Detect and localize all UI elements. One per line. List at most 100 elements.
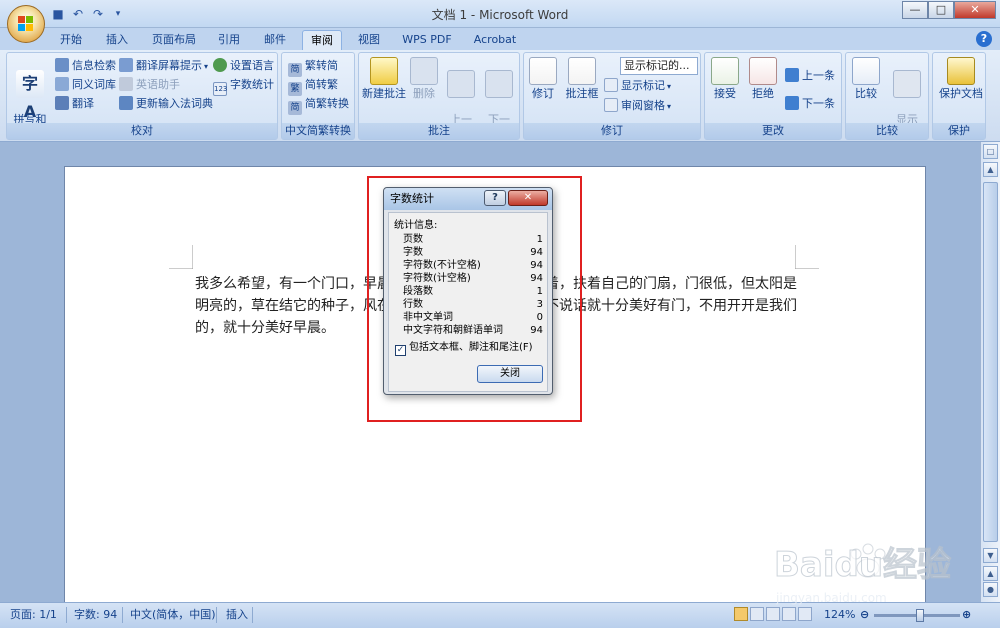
update-ime-label: 更新输入法词典	[136, 97, 213, 110]
stat-label: 段落数	[403, 286, 433, 297]
group-changes: 接受 拒绝 上一条 下一条 更改	[704, 52, 842, 140]
group-label-tracking: 修订	[524, 123, 700, 139]
tab-insert[interactable]: 插入	[98, 30, 136, 50]
group-tracking: 修订 批注框 显示标记的... 显示标记 ▾ 审阅窗格 ▾ 修订	[523, 52, 701, 140]
spelling-icon: 字A	[16, 70, 44, 121]
tab-mailings[interactable]: 邮件	[256, 30, 294, 50]
tab-acrobat[interactable]: Acrobat	[466, 30, 524, 50]
accept-button[interactable]: 接受	[707, 57, 743, 100]
office-button[interactable]	[7, 5, 45, 43]
stat-row-paragraphs: 段落数 1	[403, 285, 543, 298]
stat-row-lines: 行数 3	[403, 298, 543, 311]
reject-button[interactable]: 拒绝	[745, 57, 781, 100]
status-language[interactable]: 中文(简体，中国)	[130, 607, 216, 623]
scroll-thumb[interactable]	[983, 182, 998, 542]
include-textboxes-checkbox[interactable]: ✓ 包括文本框、脚注和尾注(F)	[395, 341, 533, 356]
show-markup-button[interactable]: 显示标记 ▾	[604, 77, 671, 95]
tab-review[interactable]: 审阅	[302, 30, 342, 50]
new-comment-button[interactable]: 新建批注	[361, 57, 407, 100]
globe-icon	[213, 58, 227, 72]
lock-icon	[947, 57, 975, 85]
status-word-count[interactable]: 字数: 94	[74, 607, 117, 623]
review-pane-icon	[604, 98, 618, 112]
status-page[interactable]: 页面: 1/1	[10, 607, 57, 623]
to-simplified-button[interactable]: 简繁转简	[288, 57, 338, 77]
vertical-scrollbar[interactable]: □ ▲ ▼ ▲ ●	[980, 142, 1000, 602]
research-button[interactable]: 信息检索	[55, 57, 116, 75]
stat-label: 行数	[403, 299, 423, 310]
scroll-up-icon[interactable]: ▲	[983, 162, 998, 177]
translate-button[interactable]: 翻译	[55, 95, 94, 113]
group-label-changes: 更改	[705, 123, 841, 139]
status-insert-mode[interactable]: 插入	[226, 607, 248, 623]
stat-value: 94	[530, 247, 543, 258]
previous-change-button[interactable]: 上一条	[785, 67, 835, 85]
set-language-button[interactable]: 设置语言	[213, 57, 274, 75]
display-for-review-combo[interactable]: 显示标记的...	[620, 57, 698, 75]
translate-tip-button[interactable]: 翻译屏幕提示 ▾	[119, 57, 208, 75]
browse-object-icon[interactable]: ●	[983, 582, 998, 597]
convert-chinese-button[interactable]: 简简繁转换	[288, 95, 349, 115]
zoom-slider-thumb[interactable]	[916, 609, 924, 622]
to-traditional-label: 简转繁	[305, 78, 338, 91]
balloons-button[interactable]: 批注框	[562, 57, 602, 100]
english-assistant-label: 英语助手	[136, 78, 180, 91]
full-screen-view-icon[interactable]	[750, 607, 764, 621]
stat-label: 非中文单词	[403, 312, 453, 323]
track-changes-button[interactable]: 修订	[526, 57, 560, 100]
compare-button[interactable]: 比较	[848, 57, 884, 100]
update-ime-button[interactable]: 更新输入法词典	[119, 95, 213, 113]
show-source-icon	[893, 70, 921, 98]
to-simplified-icon: 简	[288, 63, 302, 77]
chevron-down-icon: ▾	[667, 102, 672, 111]
dialog-close-button[interactable]: 关闭	[477, 365, 543, 383]
stat-value: 1	[536, 234, 543, 245]
group-comments: 新建批注 删除 上一 条 下一 条 批注	[358, 52, 520, 140]
stat-label: 字数	[403, 247, 423, 258]
print-layout-view-icon[interactable]	[734, 607, 748, 621]
dialog-close-x-button[interactable]: ✕	[508, 190, 548, 206]
arrow-right-icon	[785, 96, 799, 110]
tab-view[interactable]: 视图	[350, 30, 388, 50]
dialog-body: 统计信息: 页数 1 字数 94 字符数(不计空格) 94 字符数(计空格) 94 段落…	[388, 212, 548, 392]
protect-document-button[interactable]: 保护文档	[937, 57, 985, 100]
to-traditional-button[interactable]: 繁简转繁	[288, 76, 338, 96]
tab-wps-pdf[interactable]: WPS PDF	[396, 30, 458, 50]
stat-label: 页数	[403, 234, 423, 245]
chevron-down-icon: ▾	[204, 62, 209, 71]
stat-row-pages: 页数 1	[403, 233, 543, 246]
close-window-button[interactable]: ✕	[954, 1, 996, 19]
new-comment-icon	[370, 57, 398, 85]
compare-icon	[852, 57, 880, 85]
research-icon	[55, 58, 69, 72]
stat-row-chinese-korean: 中文字符和朝鲜语单词 94	[403, 324, 543, 337]
previous-page-icon[interactable]: ▲	[983, 566, 998, 581]
tab-references[interactable]: 引用	[210, 30, 248, 50]
stat-label: 字符数(计空格)	[403, 273, 471, 284]
ruler-toggle-icon[interactable]: □	[983, 144, 998, 159]
translate-tip-icon	[119, 58, 133, 72]
tab-page-layout[interactable]: 页面布局	[146, 30, 202, 50]
next-change-button[interactable]: 下一条	[785, 95, 835, 113]
review-pane-button[interactable]: 审阅窗格 ▾	[604, 97, 671, 115]
scroll-down-icon[interactable]: ▼	[983, 548, 998, 563]
to-simplified-label: 繁转简	[305, 59, 338, 72]
status-separator	[122, 607, 123, 623]
delete-comment-button: 删除	[407, 57, 441, 100]
previous-change-label: 上一条	[802, 69, 835, 82]
ribbon: 字A 拼写和 语法 信息检索 同义词库 翻译 翻译屏幕提示▾ 英语助手 更新输入…	[0, 50, 1000, 142]
thesaurus-button[interactable]: 同义词库	[55, 76, 116, 94]
track-changes-icon	[529, 57, 557, 85]
dialog-help-button[interactable]: ?	[484, 190, 506, 206]
word-count-button[interactable]: 123 字数统计	[213, 76, 274, 96]
maximize-button[interactable]: □	[928, 1, 954, 19]
minimize-button[interactable]: —	[902, 1, 928, 19]
review-pane-label: 审阅窗格	[621, 99, 665, 112]
prev-comment-icon	[447, 70, 475, 98]
tab-home[interactable]: 开始	[52, 30, 90, 50]
protect-document-label: 保护文档	[939, 87, 983, 100]
translate-tip-label: 翻译屏幕提示	[136, 59, 202, 72]
statistics-heading: 统计信息:	[394, 220, 438, 231]
help-icon[interactable]: ?	[976, 31, 992, 47]
stat-value: 94	[530, 325, 543, 336]
